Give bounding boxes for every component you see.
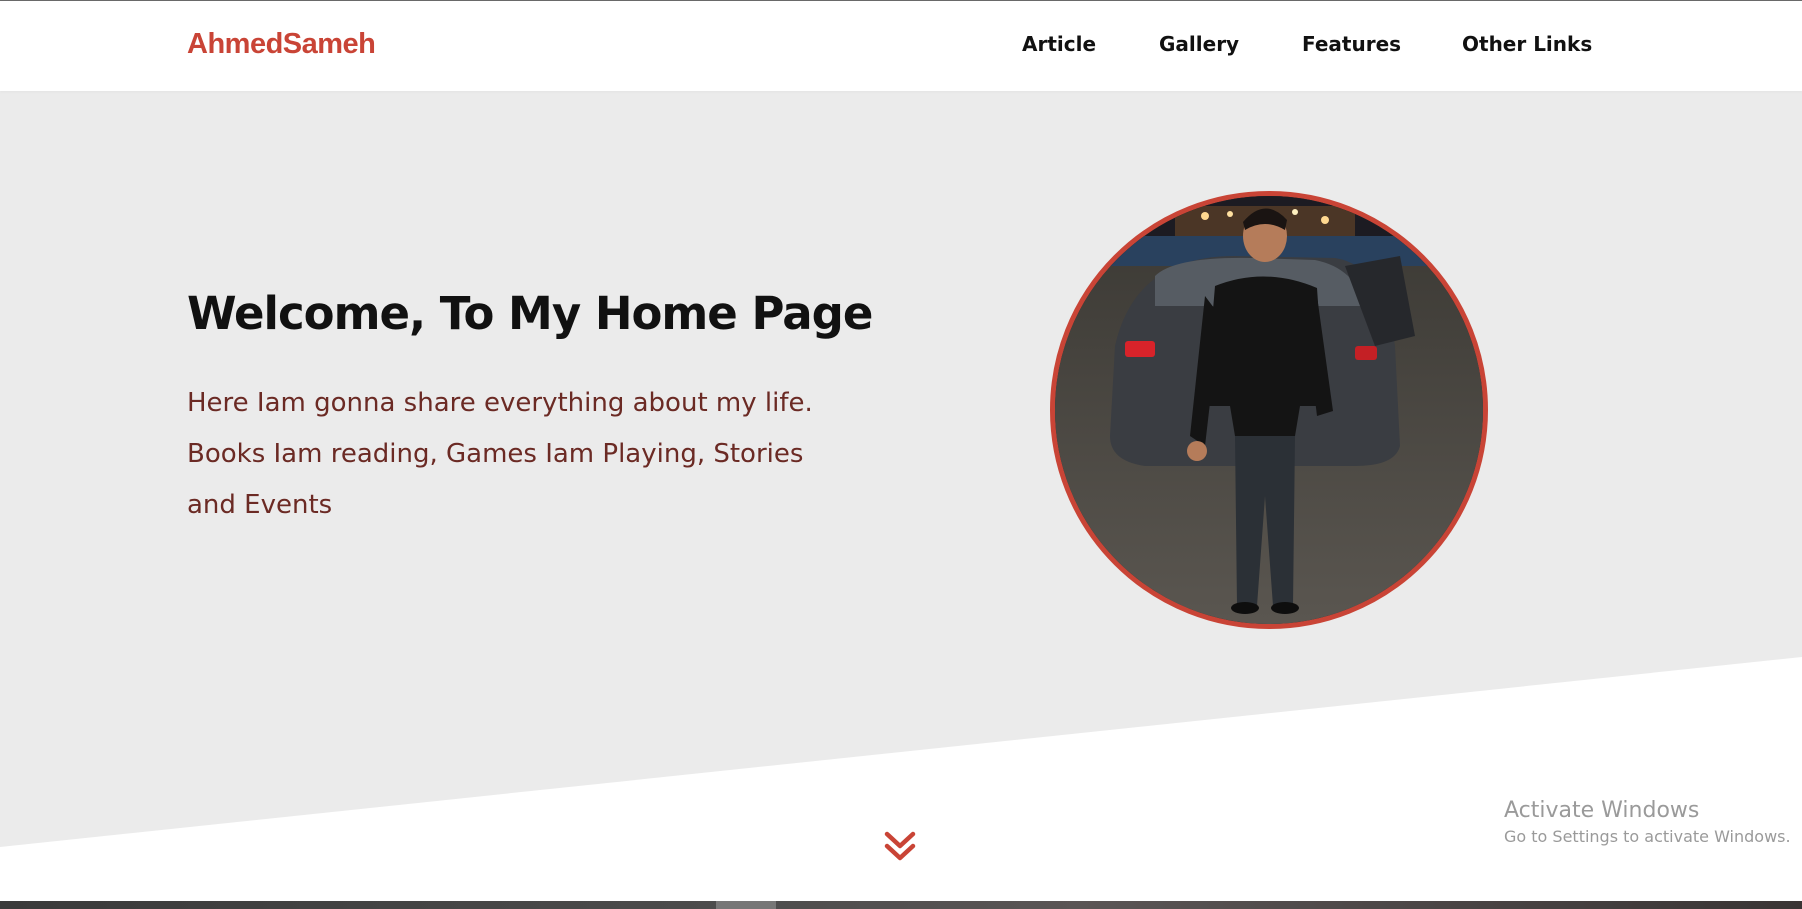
activate-windows-watermark: Activate Windows Go to Settings to activ… (1504, 796, 1791, 848)
hero-description-line: Books Iam reading, Games Iam Playing, St… (187, 439, 804, 469)
hero-description-line: and Events (187, 490, 333, 520)
next-section-preview (0, 901, 1802, 909)
profile-photo (1050, 191, 1488, 629)
watermark-title: Activate Windows (1504, 798, 1700, 823)
hero-description: Here Iam gonna share everything about my… (187, 378, 827, 531)
profile-photo-illustration (1055, 196, 1483, 624)
double-chevron-down-icon[interactable] (882, 828, 918, 864)
nav-link-article[interactable]: Article (1022, 32, 1096, 56)
nav-link-features[interactable]: Features (1302, 32, 1401, 56)
nav-link-other-links[interactable]: Other Links (1462, 32, 1592, 56)
hero-description-line: Here Iam gonna share everything about my… (187, 388, 813, 418)
next-section-highlight (716, 901, 776, 909)
site-header: AhmedSameh Article Gallery Features Othe… (0, 1, 1802, 91)
watermark-subtitle: Go to Settings to activate Windows. (1504, 827, 1791, 846)
nav-link-gallery[interactable]: Gallery (1159, 32, 1239, 56)
page-title: Welcome, To My Home Page (187, 287, 873, 340)
main-nav: Article Gallery Features Other Links (0, 32, 1802, 62)
